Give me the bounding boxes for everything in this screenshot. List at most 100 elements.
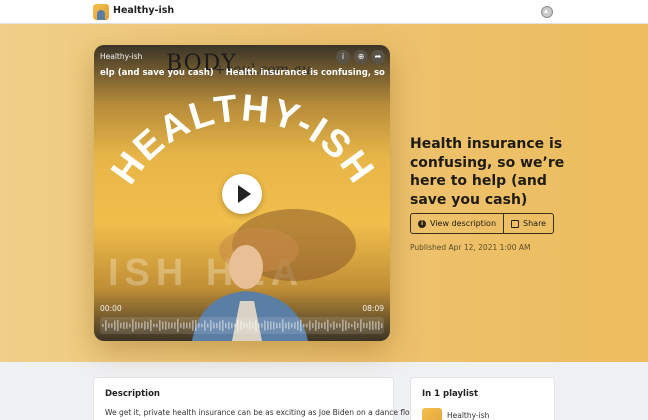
waveform-bar bbox=[159, 320, 161, 331]
waveform-bar bbox=[156, 323, 158, 328]
waveform-bar bbox=[273, 321, 275, 330]
info-icon: i bbox=[418, 219, 426, 228]
waveform-bar bbox=[195, 320, 197, 331]
waveform-bar bbox=[141, 322, 143, 329]
waveform-bar bbox=[222, 319, 224, 332]
playlist-thumbnail[interactable] bbox=[422, 408, 442, 420]
waveform-bar bbox=[309, 320, 311, 331]
waveform-bar bbox=[354, 321, 356, 330]
waveform-bar bbox=[168, 322, 170, 329]
waveform-bar bbox=[363, 322, 365, 329]
playlist-name[interactable]: Healthy-ish bbox=[447, 411, 489, 420]
description-heading: Description bbox=[105, 389, 160, 399]
brand-name[interactable]: Healthy-ish bbox=[113, 5, 174, 16]
episode-player: ISH HEA HEALTHY-ISH Healthy-ish BODY +so… bbox=[94, 45, 390, 341]
waveform-bar bbox=[237, 319, 239, 332]
waveform-bar bbox=[123, 322, 125, 329]
waveform-bar bbox=[381, 323, 383, 328]
waveform-bar bbox=[306, 323, 308, 328]
waveform-bar bbox=[357, 322, 359, 329]
play-button[interactable] bbox=[222, 174, 262, 214]
marquee-part-1: elp (and save you cash) bbox=[100, 68, 214, 78]
info-icon[interactable]: i bbox=[336, 50, 350, 64]
waveform-bar bbox=[219, 321, 221, 330]
waveform-bar bbox=[372, 320, 374, 331]
waveform-bar bbox=[297, 320, 299, 331]
waveform-bar bbox=[270, 321, 272, 330]
waveform-bar bbox=[135, 321, 137, 330]
subscribe-icon[interactable]: ⊕ bbox=[354, 50, 368, 64]
waveform-bar bbox=[378, 321, 380, 330]
waveform-bar bbox=[276, 322, 278, 329]
waveform-bar bbox=[129, 323, 131, 328]
waveform-bar bbox=[282, 319, 284, 332]
external-share-icon bbox=[511, 219, 520, 228]
waveform-bar bbox=[147, 322, 149, 329]
waveform-scrubber[interactable] bbox=[100, 317, 384, 334]
waveform-bar bbox=[114, 320, 116, 331]
waveform-bar bbox=[345, 320, 347, 331]
waveform-bar bbox=[318, 321, 320, 330]
waveform-bar bbox=[333, 321, 335, 330]
waveform-bar bbox=[111, 323, 113, 328]
waveform-bar bbox=[150, 319, 152, 332]
waveform-bar bbox=[261, 323, 263, 328]
cover-face bbox=[229, 245, 263, 289]
waveform-bar bbox=[267, 321, 269, 330]
view-description-button[interactable]: i View description bbox=[411, 214, 503, 233]
marquee-part-2: Health insurance is confusing, so we' bbox=[225, 68, 386, 78]
description-text: We get it, private health insurance can … bbox=[105, 408, 418, 417]
waveform-bar bbox=[174, 322, 176, 329]
waveform-bar bbox=[138, 322, 140, 329]
waveform-bar bbox=[336, 323, 338, 328]
scroll-up-icon[interactable] bbox=[541, 6, 553, 18]
view-description-label: View description bbox=[430, 219, 497, 228]
episode-title-marquee: elp (and save you cash) Health insurance … bbox=[100, 68, 386, 78]
waveform-bar bbox=[264, 320, 266, 331]
waveform-bar bbox=[303, 323, 305, 328]
top-bar: Healthy-ish bbox=[0, 0, 648, 24]
description-card: Description We get it, private health in… bbox=[93, 377, 418, 420]
share-button[interactable]: Share bbox=[503, 214, 553, 233]
share-icon[interactable]: ➦ bbox=[371, 50, 385, 64]
waveform-bar bbox=[180, 323, 182, 328]
waveform-bar bbox=[207, 323, 209, 328]
waveform-bar bbox=[285, 322, 287, 329]
waveform-bar bbox=[183, 321, 185, 330]
waveform-bar bbox=[327, 319, 329, 332]
playlist-card: In 1 playlist Healthy-ish bbox=[410, 377, 555, 420]
waveform-bar bbox=[249, 321, 251, 330]
waveform-bar bbox=[375, 321, 377, 330]
waveform-bar bbox=[288, 321, 290, 330]
waveform-bar bbox=[102, 324, 104, 327]
waveform-bar bbox=[342, 319, 344, 332]
waveform-bar bbox=[192, 320, 194, 331]
podcast-logo-icon[interactable] bbox=[93, 4, 109, 20]
waveform-bar bbox=[231, 322, 233, 329]
waveform-bar bbox=[252, 322, 254, 329]
waveform-bar bbox=[300, 319, 302, 332]
waveform-bar bbox=[210, 320, 212, 331]
player-source-label[interactable]: Healthy-ish bbox=[100, 52, 142, 61]
waveform-bar bbox=[312, 323, 314, 328]
waveform-bar bbox=[360, 319, 362, 332]
waveform-bar bbox=[243, 322, 245, 329]
waveform-bar bbox=[204, 320, 206, 331]
waveform-bar bbox=[171, 322, 173, 329]
playlist-heading: In 1 playlist bbox=[422, 389, 479, 399]
waveform-bar bbox=[366, 323, 368, 328]
waveform-bar bbox=[315, 320, 317, 331]
waveform-bar bbox=[234, 323, 236, 328]
waveform-bar bbox=[201, 323, 203, 328]
waveform-bar bbox=[240, 321, 242, 330]
waveform-bar bbox=[228, 321, 230, 330]
waveform-bar bbox=[369, 321, 371, 330]
published-date: Published Apr 12, 2021 1:00 AM bbox=[410, 243, 531, 252]
waveform-bar bbox=[162, 321, 164, 330]
waveform-bar bbox=[339, 323, 341, 328]
waveform-bar bbox=[216, 323, 218, 328]
waveform-bar bbox=[177, 319, 179, 332]
waveform-bar bbox=[255, 319, 257, 332]
waveform-bar bbox=[144, 321, 146, 330]
waveform-bar bbox=[279, 322, 281, 329]
